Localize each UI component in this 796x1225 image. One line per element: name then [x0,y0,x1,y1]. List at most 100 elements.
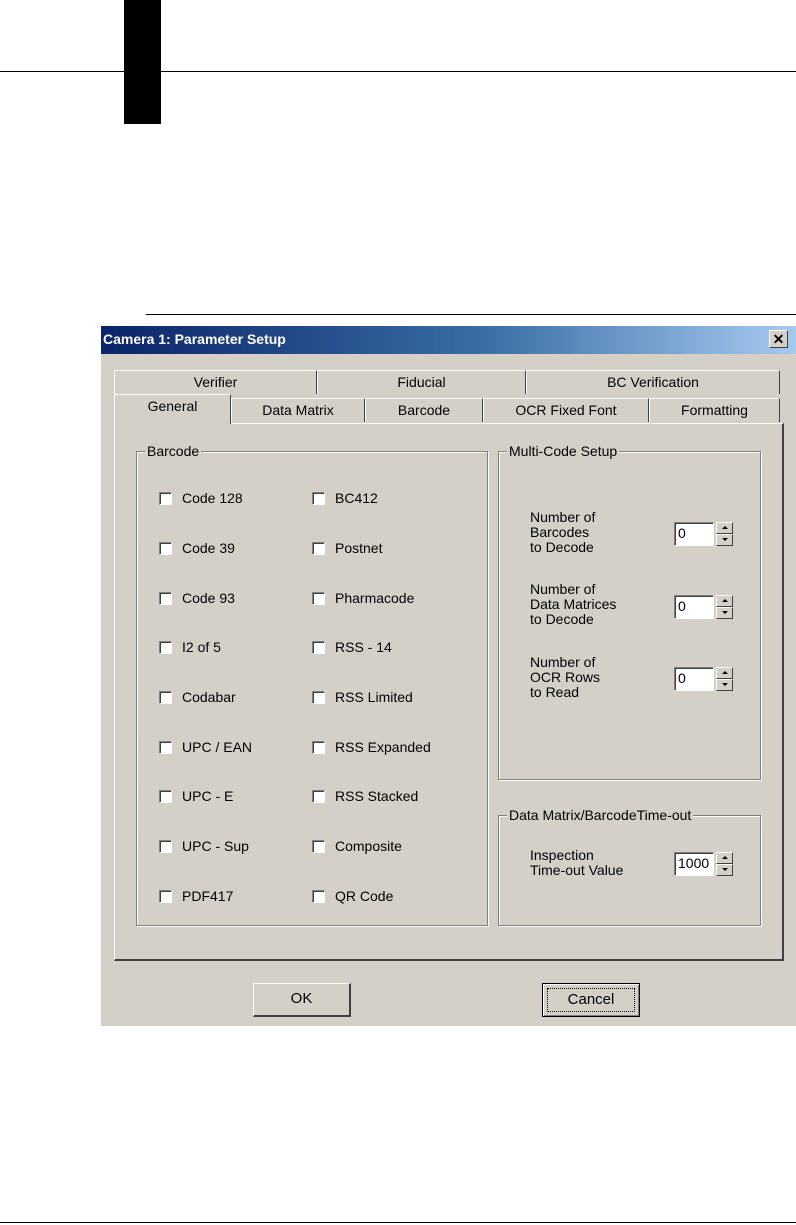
checkbox-code-128[interactable]: Code 128 [159,489,243,507]
spin-down-button[interactable] [716,864,733,876]
ocr-rows-count-spinner [716,667,733,691]
parameter-setup-dialog: Camera 1: Parameter Setup ✕ Verifier Fid… [101,326,796,1026]
checkbox-label: RSS Expanded [335,739,431,755]
checkbox-code-93[interactable]: Code 93 [159,589,235,607]
checkbox-pdf417[interactable]: PDF417 [159,887,233,905]
ocr-rows-count-input[interactable]: 0 [674,667,714,691]
checkbox-box[interactable] [312,640,325,654]
arrow-up-icon [722,599,728,602]
checkbox-box[interactable] [312,690,325,704]
checkbox-label: Code 128 [182,490,243,506]
close-button[interactable]: ✕ [769,330,788,348]
checkbox-box[interactable] [312,789,325,803]
ok-button[interactable]: OK [253,983,351,1017]
tab-verifier[interactable]: Verifier [114,370,317,394]
data-matrices-count-label: Number of Data Matrices to Decode [530,581,617,627]
timeout-input[interactable]: 1000 [674,852,714,876]
close-icon: ✕ [772,331,785,347]
checkbox-label: QR Code [335,888,394,904]
checkbox-box[interactable] [312,541,325,555]
tab-barcode[interactable]: Barcode [365,398,483,422]
checkbox-box[interactable] [312,740,325,754]
title-bar[interactable]: Camera 1: Parameter Setup ✕ [101,326,796,354]
checkbox-box[interactable] [159,839,172,853]
checkbox-label: Postnet [335,540,383,556]
checkbox-upc-e[interactable]: UPC - E [159,787,233,805]
checkbox-label: Composite [335,838,402,854]
checkbox-box[interactable] [159,640,172,654]
arrow-down-icon [722,538,728,541]
spin-up-button[interactable] [716,522,733,534]
barcodes-count-spinner [716,522,733,546]
spin-up-button[interactable] [716,667,733,679]
barcode-group-title: Barcode [145,443,202,459]
chapter-marker [124,0,161,124]
checkbox-rss-limited[interactable]: RSS Limited [312,688,413,706]
dialog-title: Camera 1: Parameter Setup [103,331,286,347]
checkbox-qr-code[interactable]: QR Code [312,887,393,905]
checkbox-composite[interactable]: Composite [312,837,402,855]
spin-down-button[interactable] [716,679,733,691]
tab-data-matrix[interactable]: Data Matrix [231,398,365,422]
barcodes-count-input[interactable]: 0 [674,522,714,546]
tab-bc-verification[interactable]: BC Verification [526,370,780,394]
checkbox-i2-of-5[interactable]: I2 of 5 [159,638,221,656]
checkbox-box[interactable] [159,740,172,754]
checkbox-box[interactable] [312,839,325,853]
timeout-label: Inspection Time-out Value [530,847,624,878]
checkbox-bc412[interactable]: BC412 [312,489,378,507]
tab-ocr-fixed-font[interactable]: OCR Fixed Font [483,398,649,422]
ocr-rows-count-label: Number of OCR Rows to Read [530,654,601,700]
spin-up-button[interactable] [716,852,733,864]
barcode-group: Barcode Code 128 Code 39 Code 93 I2 of 5… [136,443,488,926]
checkbox-rss-stacked[interactable]: RSS Stacked [312,787,418,805]
checkbox-codabar[interactable]: Codabar [159,688,236,706]
checkbox-rss-14[interactable]: RSS - 14 [312,638,392,656]
checkbox-label: BC412 [335,490,378,506]
checkbox-label: UPC / EAN [182,739,253,755]
cancel-button[interactable]: Cancel [542,983,640,1017]
multicode-group-title: Multi-Code Setup [507,443,620,459]
checkbox-box[interactable] [312,491,325,505]
tab-general[interactable]: General [114,394,231,424]
checkbox-pharmacode[interactable]: Pharmacode [312,589,414,607]
checkbox-label: RSS - 14 [335,639,392,655]
timeout-group-title: Data Matrix/BarcodeTime-out [507,807,694,823]
cancel-button-label: Cancel [547,988,635,1012]
arrow-down-icon [722,683,728,686]
checkbox-label: RSS Stacked [335,788,419,804]
checkbox-label: Pharmacode [335,590,415,606]
tab-formatting[interactable]: Formatting [649,398,780,422]
checkbox-label: Codabar [182,689,236,705]
arrow-up-icon [722,526,728,529]
checkbox-rss-expanded[interactable]: RSS Expanded [312,738,431,756]
checkbox-label: UPC - Sup [182,838,249,854]
checkbox-box[interactable] [159,889,172,903]
checkbox-postnet[interactable]: Postnet [312,539,382,557]
spin-up-button[interactable] [716,595,733,607]
checkbox-label: Code 93 [182,590,235,606]
spin-down-button[interactable] [716,534,733,546]
tab-fiducial[interactable]: Fiducial [317,370,526,394]
checkbox-box[interactable] [159,690,172,704]
arrow-up-icon [722,856,728,859]
checkbox-box[interactable] [159,541,172,555]
checkbox-label: PDF417 [182,888,234,904]
checkbox-box[interactable] [159,591,172,605]
data-matrices-count-spinner [716,595,733,619]
checkbox-box[interactable] [159,491,172,505]
data-matrices-count-input[interactable]: 0 [674,595,714,619]
checkbox-label: RSS Limited [335,689,413,705]
header-rule [0,71,796,72]
section-rule [146,314,796,315]
checkbox-code-39[interactable]: Code 39 [159,539,235,557]
spin-down-button[interactable] [716,607,733,619]
checkbox-box[interactable] [312,591,325,605]
timeout-group: Data Matrix/BarcodeTime-out Inspection T… [498,807,761,926]
checkbox-upc-ean[interactable]: UPC / EAN [159,738,252,756]
checkbox-box[interactable] [159,789,172,803]
checkbox-label: I2 of 5 [182,639,221,655]
checkbox-box[interactable] [312,889,325,903]
arrow-up-icon [722,671,728,674]
checkbox-upc-sup[interactable]: UPC - Sup [159,837,249,855]
